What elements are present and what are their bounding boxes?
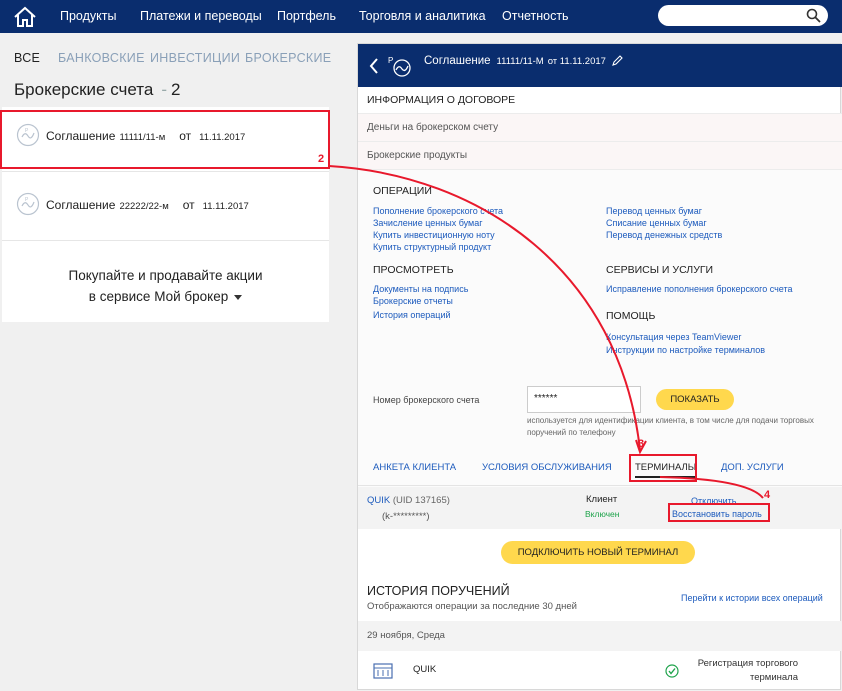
highlight-box-account [0,110,330,169]
home-icon[interactable] [12,5,38,29]
account-logo-icon: P [16,192,40,216]
panel-header: P Соглашение 11111/11-М от 11.11.2017 [358,44,842,87]
check-circle-icon [665,664,679,678]
agreement-details-panel: P Соглашение 11111/11-М от 11.11.2017 ИНФО… [357,43,842,691]
link-write-off-securities[interactable]: Списание ценных бумаг [606,218,707,228]
annotation-number: 2 [318,153,325,165]
svg-text:P: P [388,56,393,65]
filter-all[interactable]: ВСЕ [14,51,40,65]
panel-title-label: Соглашение [424,55,491,67]
link-fix-top-up[interactable]: Исправление пополнения брокерского счета [606,284,793,294]
all-history-link[interactable]: Перейти к истории всех операций [681,593,823,603]
promo-line-1: Покупайте и продавайте акции [68,268,263,283]
account-text: Соглашение 22222/22-м от 11.11.2017 [46,198,249,212]
filter-investments[interactable]: ИНВЕСТИЦИИ [150,51,240,65]
history-item-desc: Регистрация торгового терминала [697,658,798,683]
search-input[interactable] [658,5,828,26]
view-title: ПРОСМОТРЕТЬ [373,264,454,276]
promo-line-2-text: в сервисе Мой брокер [88,289,229,304]
nav-products[interactable]: Продукты [60,9,116,23]
account-logo-icon: P [388,56,411,77]
top-nav-bar: Продукты Платежи и переводы Портфель Тор… [0,0,842,33]
search-icon[interactable] [806,8,821,23]
account-number-field[interactable]: ****** [527,386,641,413]
terminal-client-label: Клиент [586,494,618,505]
back-arrow-icon[interactable] [368,57,380,75]
tab-extra-services[interactable]: ДОП. УСЛУГИ [721,462,784,473]
history-date-row: 29 ноября, Среда [358,621,842,651]
link-terminal-instructions[interactable]: Инструкции по настройке терминалов [606,345,765,355]
title-separator: - [161,80,167,99]
link-brokerage-reports[interactable]: Брокерские отчеты [373,296,453,306]
operations-title: ОПЕРАЦИИ [373,185,432,197]
operations-section: ОПЕРАЦИИ Пополнение брокерского счета За… [358,170,842,495]
my-broker-promo[interactable]: Покупайте и продавайте акции в сервисе М… [2,265,329,307]
terminal-login: (k-*********) [382,511,430,522]
history-item[interactable]: QUIK Регистрация торгового терминала [358,651,842,691]
account-number-label: Номер брокерского счета [373,395,480,405]
account-number-hint: используется для идентификации клиента, … [527,416,814,437]
highlight-box-restore-password [668,503,770,522]
account-card[interactable]: P Соглашение 22222/22-м от 11.11.2017 [2,176,329,241]
link-operations-history[interactable]: История операций [373,310,451,320]
contract-info-header[interactable]: ИНФОРМАЦИЯ О ДОГОВОРЕ [358,87,842,114]
link-documents-to-sign[interactable]: Документы на подпись [373,284,468,294]
link-transfer-securities[interactable]: Перевод ценных бумаг [606,206,702,216]
edit-icon[interactable] [612,55,623,67]
panel-agreement-number: 11111/11-М [496,56,544,67]
history-item-name: QUIK [413,664,437,675]
panel-agreement-date: от 11.11.2017 [547,56,606,67]
link-securities-deposit[interactable]: Зачисление ценных бумаг [373,218,483,228]
annotation-number: 3 [638,438,645,450]
connect-new-terminal-button[interactable]: ПОДКЛЮЧИТЬ НОВЫЙ ТЕРМИНАЛ [501,541,695,564]
promo-line-2: в сервисе Мой брокер [2,286,329,307]
brokerage-accounts-title: Брокерские счета -2 [14,80,180,100]
nav-payments[interactable]: Платежи и переводы [140,9,262,23]
account-number: 22222/22-м [119,201,169,212]
filter-brokerage[interactable]: БРОКЕРСКИЕ [245,51,331,65]
link-teamviewer[interactable]: Консультация через TeamViewer [606,332,741,342]
panel-title: Соглашение 11111/11-М от 11.11.2017 [424,55,623,67]
terminal-settings-icon [373,663,393,679]
nav-trading[interactable]: Торговля и аналитика [359,9,486,23]
help-title: ПОМОЩЬ [606,310,656,322]
link-buy-note[interactable]: Купить инвестиционную ноту [373,230,495,240]
account-label: Соглашение [46,198,116,212]
account-from-label: от [182,198,195,212]
section-title-text: Брокерские счета [14,80,154,99]
show-button[interactable]: ПОКАЗАТЬ [656,389,734,410]
tabs-bar: АНКЕТА КЛИЕНТА УСЛОВИЯ ОБСЛУЖИВАНИЯ ТЕРМ… [358,451,842,486]
history-title: ИСТОРИЯ ПОРУЧЕНИЙ [367,584,510,598]
terminal-uid: (UID 137165) [392,495,450,506]
highlight-box-terminals-tab [629,454,697,482]
nav-portfolio[interactable]: Портфель [277,9,336,23]
nav-reports[interactable]: Отчетность [502,9,569,23]
accounts-count: 2 [171,80,181,99]
history-subtitle: Отображаются операции за последние 30 дн… [367,601,577,612]
tab-client-profile[interactable]: АНКЕТА КЛИЕНТА [373,462,456,473]
brokerage-products-row[interactable]: Брокерские продукты [358,142,842,170]
svg-text:P: P [25,197,29,203]
tab-service-terms[interactable]: УСЛОВИЯ ОБСЛУЖИВАНИЯ [482,462,612,473]
annotation-number: 4 [764,489,771,501]
history-date: 29 ноября, Среда [367,630,445,641]
link-top-up-account[interactable]: Пополнение брокерского счета [373,206,503,216]
terminal-name-text: QUIK [367,495,391,506]
chevron-down-icon [234,294,243,300]
filter-banking[interactable]: БАНКОВСКИЕ [58,51,145,65]
terminal-status: Включен [585,509,620,519]
services-title: СЕРВИСЫ И УСЛУГИ [606,264,714,276]
link-transfer-funds[interactable]: Перевод денежных средств [606,230,722,240]
account-date: 11.11.2017 [202,201,249,212]
link-buy-structured[interactable]: Купить структурный продукт [373,242,491,252]
terminal-name: QUIK (UID 137165) [367,495,450,506]
money-on-account-row[interactable]: Деньги на брокерском счету [358,114,842,142]
